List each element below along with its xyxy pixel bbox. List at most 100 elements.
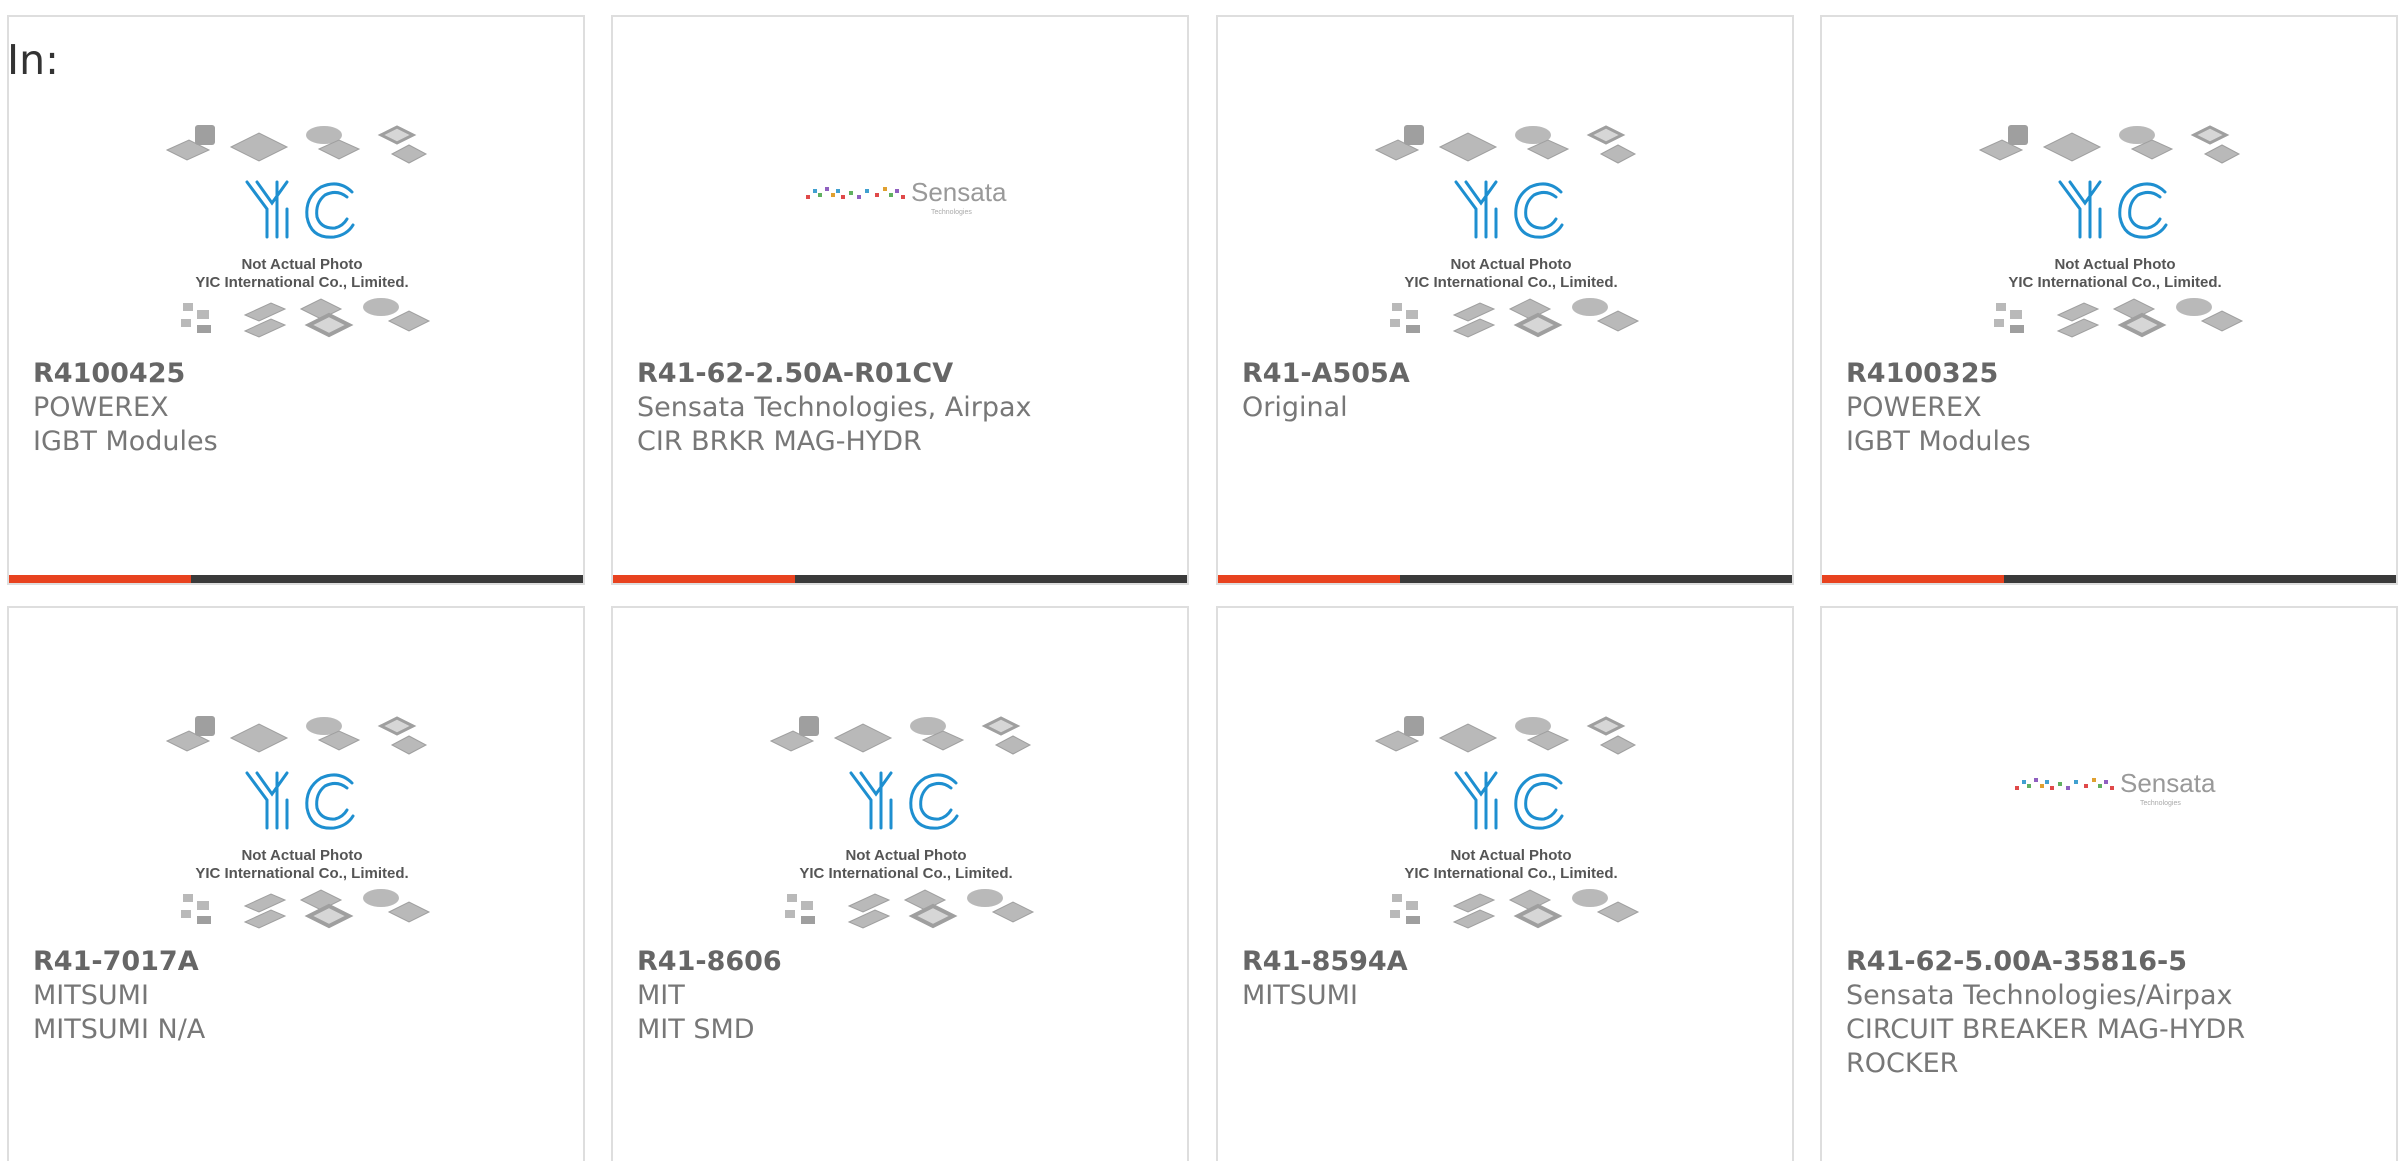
chip-cluster-bottom-icon bbox=[1994, 298, 2244, 338]
card-accent-bar bbox=[1218, 575, 1792, 583]
chip-cluster-bottom-icon bbox=[181, 889, 431, 929]
product-card[interactable]: Sensata Technologies R41-62-2.50A-R01CV S… bbox=[611, 15, 1189, 585]
yic-logo-icon bbox=[245, 180, 355, 239]
product-manufacturer: MITSUMI bbox=[33, 980, 149, 1011]
product-image: Not Actual Photo YIC International Co., … bbox=[769, 716, 1035, 929]
product-image-frame[interactable]: Not Actual Photo YIC International Co., … bbox=[1218, 97, 1792, 367]
product-card[interactable]: Not Actual Photo YIC International Co., … bbox=[1216, 606, 1794, 1161]
product-card[interactable]: Sensata Technologies R41-62-5.00A-35816-… bbox=[1820, 606, 2398, 1161]
placeholder-line-1: Not Actual Photo bbox=[1450, 256, 1571, 273]
product-manufacturer: Sensata Technologies/Airpax bbox=[1846, 980, 2233, 1011]
placeholder-line-1: Not Actual Photo bbox=[2054, 256, 2175, 273]
placeholder-line-1: Not Actual Photo bbox=[241, 256, 362, 273]
product-details: R41-A505A Original bbox=[1242, 357, 1772, 425]
product-description: CIR BRKR MAG-HYDR bbox=[637, 426, 922, 457]
product-image: Not Actual Photo YIC International Co., … bbox=[165, 125, 431, 338]
product-card[interactable]: Not Actual Photo YIC International Co., … bbox=[7, 606, 585, 1161]
yic-logo-icon bbox=[1454, 180, 1564, 239]
sensata-logo-subtext: Technologies bbox=[2140, 800, 2181, 807]
product-manufacturer: MITSUMI bbox=[1242, 980, 1358, 1011]
card-accent-bar-highlight bbox=[1822, 575, 2004, 583]
product-image: Not Actual Photo YIC International Co., … bbox=[1978, 125, 2244, 338]
product-image-frame[interactable]: Not Actual Photo YIC International Co., … bbox=[9, 688, 583, 958]
product-part-number[interactable]: R4100325 bbox=[1846, 357, 2376, 391]
product-card[interactable]: Not Actual Photo YIC International Co., … bbox=[7, 15, 585, 585]
filter-label: In: bbox=[7, 36, 59, 84]
chip-cluster-bottom-icon bbox=[1390, 889, 1640, 929]
sensata-logo-subtext: Technologies bbox=[931, 209, 972, 216]
sensata-logo-text: Sensata bbox=[911, 177, 1007, 207]
card-accent-bar-highlight bbox=[613, 575, 795, 583]
placeholder-line-2: YIC International Co., Limited. bbox=[1404, 865, 1617, 882]
product-image: Not Actual Photo YIC International Co., … bbox=[165, 716, 431, 929]
product-image-frame[interactable]: Not Actual Photo YIC International Co., … bbox=[1822, 97, 2396, 367]
product-manufacturer: Sensata Technologies, Airpax bbox=[637, 392, 1032, 423]
chip-cluster-bottom-icon bbox=[785, 889, 1035, 929]
product-card[interactable]: Not Actual Photo YIC International Co., … bbox=[611, 606, 1189, 1161]
chip-cluster-bottom-icon bbox=[1390, 298, 1640, 338]
product-card[interactable]: Not Actual Photo YIC International Co., … bbox=[1216, 15, 1794, 585]
chip-cluster-top-icon bbox=[165, 716, 428, 755]
product-description: IGBT Modules bbox=[1846, 426, 2031, 457]
placeholder-line-1: Not Actual Photo bbox=[845, 847, 966, 864]
placeholder-line-2: YIC International Co., Limited. bbox=[2008, 274, 2221, 291]
product-part-number[interactable]: R41-62-2.50A-R01CV bbox=[637, 357, 1167, 391]
placeholder-line-2: YIC International Co., Limited. bbox=[195, 274, 408, 291]
card-accent-bar bbox=[1822, 575, 2396, 583]
yic-logo-icon bbox=[245, 771, 355, 830]
placeholder-line-2: YIC International Co., Limited. bbox=[1404, 274, 1617, 291]
product-part-number[interactable]: R41-62-5.00A-35816-5 bbox=[1846, 945, 2376, 979]
product-image-frame[interactable]: Not Actual Photo YIC International Co., … bbox=[613, 688, 1187, 958]
product-manufacturer: POWEREX bbox=[33, 392, 169, 423]
product-image: Not Actual Photo YIC International Co., … bbox=[1374, 125, 1640, 338]
product-image-frame[interactable]: Not Actual Photo YIC International Co., … bbox=[9, 97, 583, 367]
product-part-number[interactable]: R41-8594A bbox=[1242, 945, 1772, 979]
chip-cluster-top-icon bbox=[1978, 125, 2241, 164]
product-image-frame[interactable]: Not Actual Photo YIC International Co., … bbox=[1218, 688, 1792, 958]
product-manufacturer: MIT bbox=[637, 980, 685, 1011]
product-details: R41-8594A MITSUMI bbox=[1242, 945, 1772, 1013]
card-accent-bar-highlight bbox=[1218, 575, 1400, 583]
product-manufacturer: Original bbox=[1242, 392, 1348, 423]
product-image-frame[interactable]: Sensata Technologies bbox=[613, 97, 1187, 367]
product-description: MIT SMD bbox=[637, 1014, 755, 1045]
chip-cluster-top-icon bbox=[1374, 125, 1637, 164]
product-details: R41-62-5.00A-35816-5 Sensata Technologies… bbox=[1846, 945, 2376, 1081]
product-image: Not Actual Photo YIC International Co., … bbox=[1374, 716, 1640, 929]
product-details: R41-8606 MIT MIT SMD bbox=[637, 945, 1167, 1047]
product-card[interactable]: Not Actual Photo YIC International Co., … bbox=[1820, 15, 2398, 585]
placeholder-line-1: Not Actual Photo bbox=[1450, 847, 1571, 864]
placeholder-line-2: YIC International Co., Limited. bbox=[195, 865, 408, 882]
product-description: IGBT Modules bbox=[33, 426, 218, 457]
product-details: R41-62-2.50A-R01CV Sensata Technologies, … bbox=[637, 357, 1167, 459]
product-description: CIRCUIT BREAKER MAG-HYDR bbox=[1846, 1014, 2246, 1045]
product-part-number[interactable]: R41-7017A bbox=[33, 945, 563, 979]
yic-logo-icon bbox=[849, 771, 959, 830]
product-grid-page: In: Not Actual Photo YIC International C… bbox=[0, 0, 2400, 1161]
card-accent-bar bbox=[613, 575, 1187, 583]
sensata-logo-icon: Sensata Technologies bbox=[806, 177, 1007, 216]
yic-logo-icon bbox=[1454, 771, 1564, 830]
product-image: Sensata Technologies bbox=[2015, 768, 2216, 807]
placeholder-line-1: Not Actual Photo bbox=[241, 847, 362, 864]
card-accent-bar bbox=[9, 575, 583, 583]
product-part-number[interactable]: R41-8606 bbox=[637, 945, 1167, 979]
sensata-logo-text: Sensata bbox=[2120, 768, 2216, 798]
product-description: MITSUMI N/A bbox=[33, 1014, 206, 1045]
product-details: R4100425 POWEREX IGBT Modules bbox=[33, 357, 563, 459]
product-details: R4100325 POWEREX IGBT Modules bbox=[1846, 357, 2376, 459]
yic-logo-icon bbox=[2058, 180, 2168, 239]
product-image: Sensata Technologies bbox=[806, 177, 1007, 216]
product-part-number[interactable]: R41-A505A bbox=[1242, 357, 1772, 391]
product-description: ROCKER bbox=[1846, 1048, 1959, 1079]
product-manufacturer: POWEREX bbox=[1846, 392, 1982, 423]
placeholder-line-2: YIC International Co., Limited. bbox=[799, 865, 1012, 882]
chip-cluster-bottom-icon bbox=[181, 298, 431, 338]
chip-cluster-top-icon bbox=[165, 125, 428, 164]
card-accent-bar-highlight bbox=[9, 575, 191, 583]
product-image-frame[interactable]: Sensata Technologies bbox=[1822, 688, 2396, 958]
product-part-number[interactable]: R4100425 bbox=[33, 357, 563, 391]
sensata-logo-icon: Sensata Technologies bbox=[2015, 768, 2216, 807]
chip-cluster-top-icon bbox=[1374, 716, 1637, 755]
product-details: R41-7017A MITSUMI MITSUMI N/A bbox=[33, 945, 563, 1047]
